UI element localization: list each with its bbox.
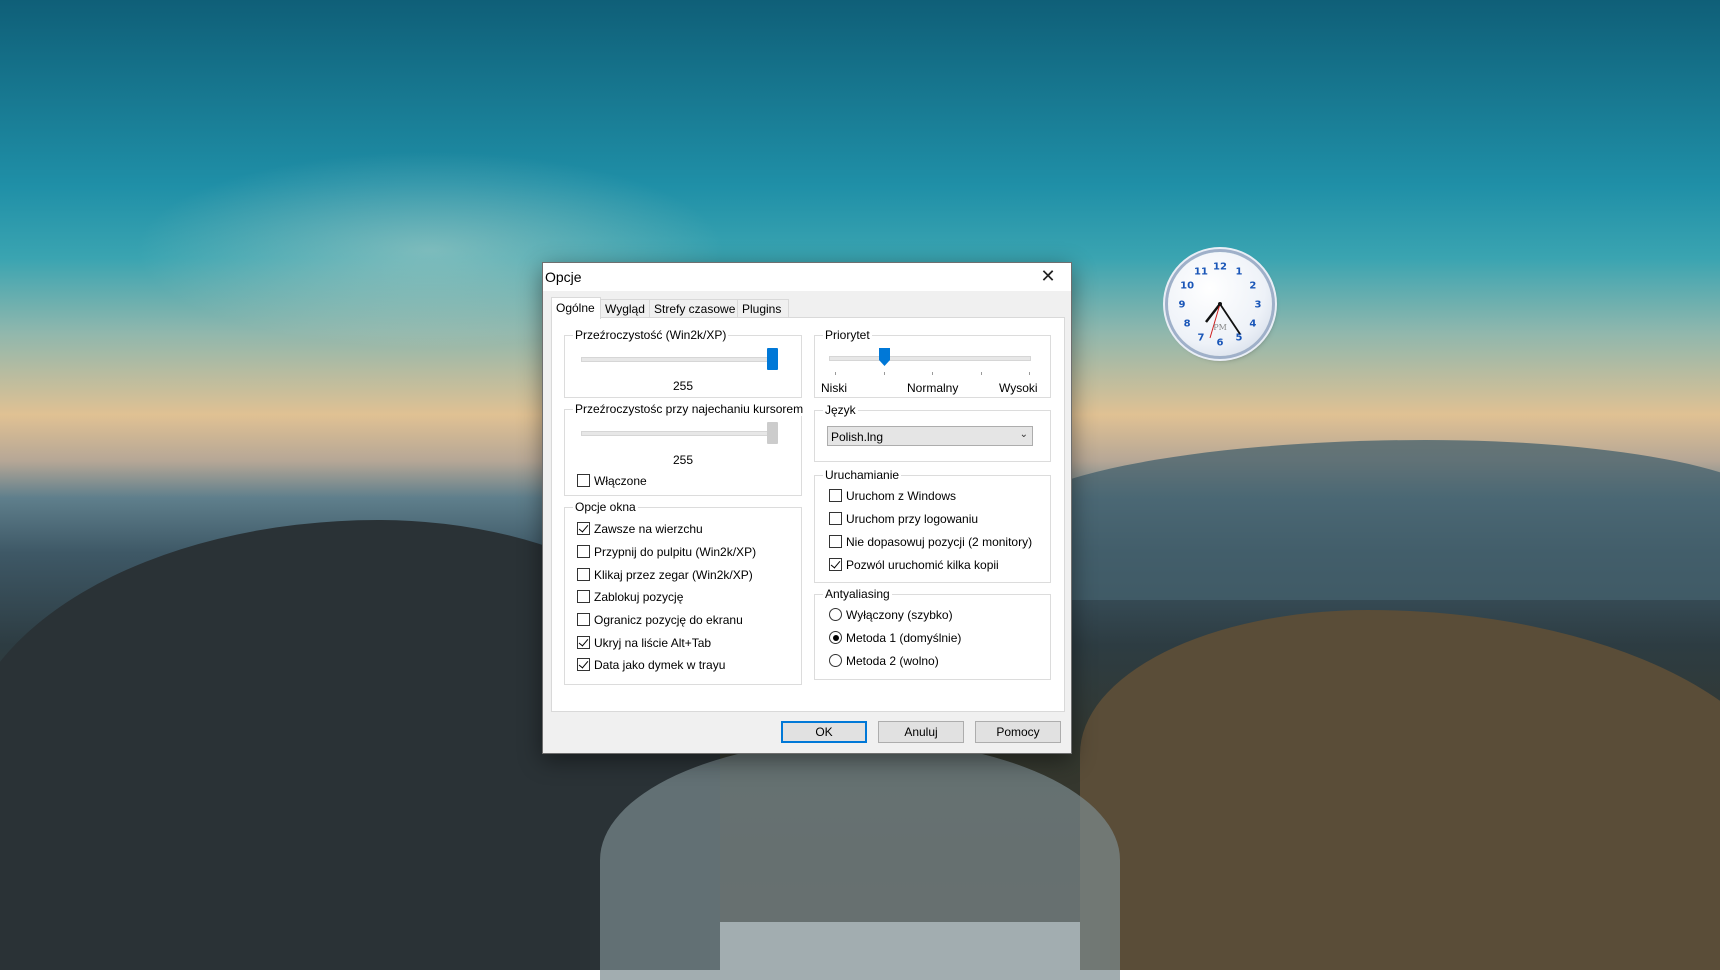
hide-alt-tab-label: Ukryj na liście Alt+Tab [594,636,712,650]
title-bar[interactable]: Opcje ✕ [543,263,1071,291]
startup-label: Uruchamianie [823,468,902,482]
always-on-top-label: Zawsze na wierzchu [594,522,703,536]
priority-tick [1029,372,1030,375]
transparency-value: 255 [672,379,694,393]
lock-position-box[interactable] [577,590,590,603]
tab-time-zones[interactable]: Strefy czasowe [649,299,741,318]
transparency-track [581,357,777,362]
clock-numeral: 2 [1249,281,1256,292]
startup-group: Uruchamianie Uruchom z Windows Uruchom p… [814,468,1051,583]
priority-tick [884,372,885,375]
close-icon[interactable]: ✕ [1025,263,1071,291]
always-on-top-box[interactable] [577,522,590,535]
dialog-title: Opcje [545,269,582,285]
limit-to-screen-box[interactable] [577,613,590,626]
no-position-adjust-box[interactable] [829,535,842,548]
tab-plugins[interactable]: Plugins [737,299,789,318]
transparency-slider[interactable] [767,348,778,370]
general-tab-page: Przeźroczystość (Win2k/XP) 255 Przeźrocz… [551,317,1065,712]
language-group: Język Polish.lng ⌄ [814,403,1051,462]
distant-mountains [1000,440,1720,600]
hover-enabled-box[interactable] [577,474,590,487]
priority-low-label: Niski [821,381,847,395]
click-through-box[interactable] [577,568,590,581]
priority-track [829,356,1031,361]
run-at-logon-label: Uruchom przy logowaniu [846,512,979,526]
transparency-group: Przeźroczystość (Win2k/XP) 255 [564,328,802,398]
clock-ampm: PM [1213,323,1227,332]
priority-normal-label: Normalny [907,381,959,395]
options-dialog: Opcje ✕ Ogólne Wygląd Strefy czasowe Plu… [542,262,1072,754]
priority-high-label: Wysoki [999,381,1038,395]
transparency-label: Przeźroczystość (Win2k/XP) [573,328,729,342]
priority-tick [835,372,836,375]
clock-numeral: 8 [1184,319,1191,330]
run-with-windows-box[interactable] [829,489,842,502]
antialiasing-off-button[interactable] [829,608,842,621]
clock-numeral: 3 [1255,300,1262,311]
antialiasing-method2-button[interactable] [829,654,842,667]
antialiasing-label: Antyaliasing [823,587,892,601]
chevron-down-icon[interactable]: ⌄ [1020,429,1028,440]
clock-numeral: 7 [1198,332,1205,343]
antialiasing-method1-label: Metoda 1 (domyślnie) [846,631,962,645]
hover-transparency-label: Przeźroczystośc przy najechaniu kursorem [573,402,806,416]
antialiasing-method2-label: Metoda 2 (wolno) [846,654,939,668]
cancel-button[interactable]: Anuluj [878,721,964,743]
clock-numeral: 10 [1180,281,1194,292]
hover-transparency-value: 255 [672,453,694,467]
tab-appearance[interactable]: Wygląd [600,299,652,318]
ok-button[interactable]: OK [781,721,867,743]
clock-numeral: 9 [1179,300,1186,311]
run-with-windows-label: Uruchom z Windows [846,489,957,503]
hide-alt-tab-box[interactable] [577,636,590,649]
limit-to-screen-label: Ogranicz pozycję do ekranu [594,613,743,627]
priority-slider[interactable] [879,348,890,366]
clock-numeral: 4 [1249,319,1256,330]
run-at-logon-box[interactable] [829,512,842,525]
desktop-clock-widget[interactable]: 12 1 2 3 4 5 6 7 8 9 10 11 PM [1168,252,1272,356]
language-select[interactable]: Polish.lng ⌄ [827,426,1033,446]
pin-to-desktop-box[interactable] [577,545,590,558]
window-options-label: Opcje okna [573,500,638,514]
hover-transparency-slider[interactable] [767,422,778,444]
lock-position-label: Zablokuj pozycję [594,590,684,604]
help-button[interactable]: Pomocy [975,721,1061,743]
language-label: Język [823,403,858,417]
clock-numeral: 1 [1236,267,1243,278]
antialiasing-off-label: Wyłączony (szybko) [846,608,953,622]
clock-numeral: 12 [1213,262,1227,273]
hover-transparency-track [581,431,777,436]
priority-tick [932,372,933,375]
right-mountain [1080,610,1720,970]
clock-hour-hand [1205,303,1221,323]
priority-label: Priorytet [823,328,872,342]
click-through-label: Klikaj przez zegar (Win2k/XP) [594,568,753,582]
hover-enabled-label: Włączone [594,474,647,488]
clock-face: 12 1234567891011 PM [1179,262,1262,349]
date-tray-tooltip-box[interactable] [577,658,590,671]
clock-numeral: 6 [1217,338,1224,349]
antialiasing-method1-button[interactable] [829,631,842,644]
priority-group: Priorytet Niski Normalny Wysoki [814,328,1051,398]
clock-numeral: 11 [1194,267,1208,278]
allow-multiple-copies-label: Pozwól uruchomić kilka kopii [846,558,999,572]
snowy-ridge [600,740,1120,980]
language-selected-value: Polish.lng [831,430,884,444]
date-tray-tooltip-label: Data jako dymek w trayu [594,658,726,672]
no-position-adjust-label: Nie dopasowuj pozycji (2 monitory) [846,535,1033,549]
hover-transparency-group: Przeźroczystośc przy najechaniu kursorem… [564,402,806,496]
antialiasing-group: Antyaliasing Wyłączony (szybko) Metoda 1… [814,587,1051,680]
pin-to-desktop-label: Przypnij do pulpitu (Win2k/XP) [594,545,757,559]
tab-general[interactable]: Ogólne [551,297,601,319]
allow-multiple-copies-box[interactable] [829,558,842,571]
window-options-group: Opcje okna Zawsze na wierzchu Przypnij d… [564,500,802,685]
priority-tick [981,372,982,375]
